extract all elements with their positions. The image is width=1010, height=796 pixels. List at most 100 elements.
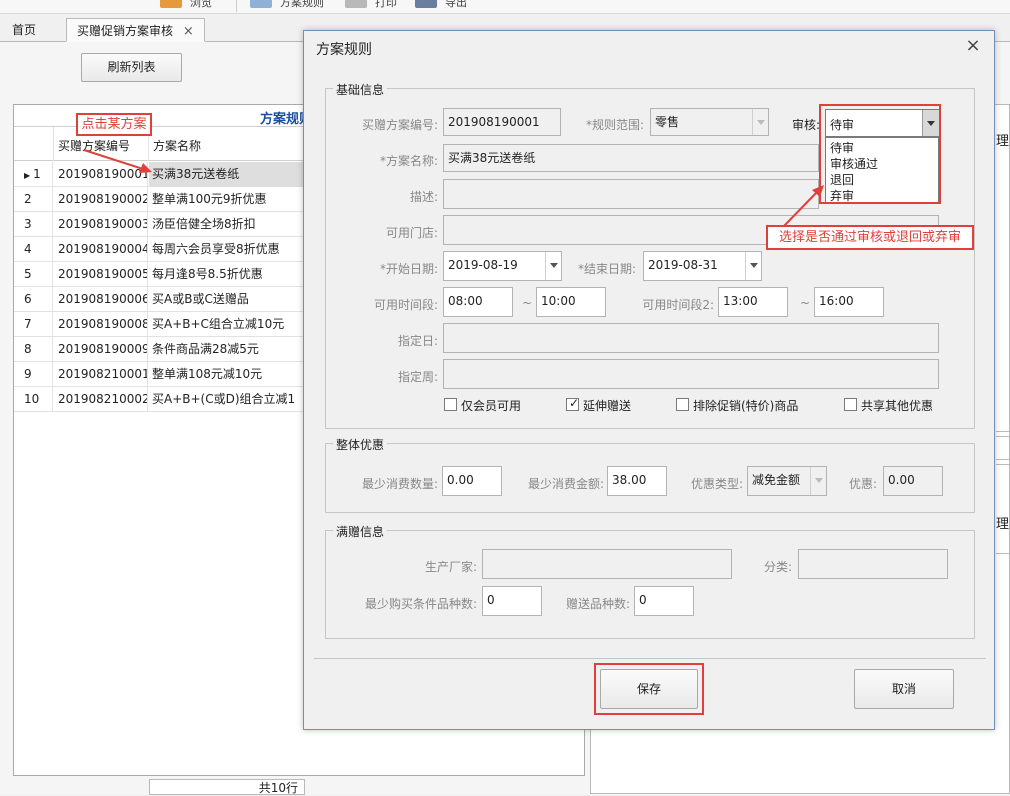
gift-kinds-field[interactable]: 0: [634, 586, 694, 616]
end-date-value: 2019-08-31: [648, 258, 718, 272]
extend-gift-label: 延伸赠送: [583, 399, 632, 413]
category-field[interactable]: [798, 549, 948, 579]
tab-promo-audit[interactable]: 买赠促销方案审核 ×: [66, 18, 205, 42]
name-field[interactable]: 买满38元送卷纸: [443, 144, 819, 172]
row-number: 6: [14, 287, 53, 312]
row-number: 10: [14, 387, 53, 412]
week-field[interactable]: [443, 359, 939, 389]
save-button[interactable]: 保存: [600, 669, 698, 709]
right-divider: [996, 431, 1010, 437]
chevron-down-icon[interactable]: [545, 252, 561, 280]
folder-icon[interactable]: [160, 0, 182, 8]
exclude-promo-checkbox[interactable]: [676, 398, 689, 411]
tab-home[interactable]: 首页: [2, 18, 46, 42]
gift-info-group: [325, 530, 975, 639]
row-code: 201908190009: [54, 337, 148, 362]
right-divider: [996, 459, 1010, 465]
discount-field[interactable]: 0.00: [883, 466, 943, 496]
desc-label: 描述:: [409, 190, 438, 204]
discount-type-select[interactable]: 减免金额: [747, 466, 827, 496]
right-header-fragment: 理: [996, 134, 1010, 149]
cancel-button[interactable]: 取消: [854, 669, 954, 709]
row-number: 2: [14, 187, 53, 212]
name-label: *方案名称:: [379, 154, 438, 168]
annotation-click-hint: 点击某方案: [76, 113, 152, 136]
tab-home-label: 首页: [12, 23, 37, 37]
close-icon[interactable]: ×: [962, 35, 984, 56]
extend-gift-checkbox[interactable]: ✓: [566, 396, 580, 411]
row-code: 201908190002: [54, 187, 148, 212]
save-icon[interactable]: [415, 0, 437, 8]
column-header-name[interactable]: 方案名称: [153, 137, 201, 154]
row-number: 9: [14, 362, 53, 387]
row-name: 每月逢8号8.5折优惠: [152, 267, 263, 281]
share-other-checkbox[interactable]: [844, 398, 857, 411]
min-qty-field[interactable]: 0.00: [442, 466, 502, 496]
column-header-code[interactable]: 买赠方案编号: [58, 137, 130, 154]
chevron-down-icon[interactable]: [810, 467, 826, 495]
toolbar-browse-label[interactable]: 浏览: [190, 0, 212, 10]
time1-from[interactable]: 08:00: [443, 287, 513, 317]
min-qty-label: 最少消费数量:: [361, 477, 438, 491]
row-name: 整单满100元9折优惠: [152, 192, 267, 206]
discount-type-label: 优惠类型:: [690, 477, 743, 491]
chevron-down-icon[interactable]: [745, 252, 761, 280]
row-code: 201908190003: [54, 212, 148, 237]
row-number: 7: [14, 312, 53, 337]
row-name: 买A+B+(C或D)组合立减1: [152, 392, 296, 406]
time1-label: 可用时间段:: [373, 298, 438, 312]
row-pointer-icon: ▶: [24, 171, 31, 180]
row-number: ▶ 1: [14, 162, 53, 187]
maker-label: 生产厂家:: [424, 560, 477, 574]
row-name: 买A+B+C组合立减10元: [152, 317, 285, 331]
row-name: 整单满108元减10元: [152, 367, 263, 381]
start-date-picker[interactable]: 2019-08-19: [443, 251, 562, 281]
category-label: 分类:: [763, 560, 792, 574]
row-number: 3: [14, 212, 53, 237]
min-kinds-field[interactable]: 0: [482, 586, 542, 616]
discount-label: 优惠:: [848, 477, 877, 491]
min-amt-label: 最少消费金额:: [527, 477, 604, 491]
maker-field[interactable]: [482, 549, 732, 579]
chevron-down-icon[interactable]: [752, 109, 768, 135]
time2-dash: ~: [800, 296, 811, 310]
gift-info-title: 满赠信息: [333, 523, 388, 540]
row-code: 201908190008: [54, 312, 148, 337]
time1-to[interactable]: 10:00: [536, 287, 606, 317]
row-count: 共10行: [149, 779, 305, 795]
toolbar-print-label[interactable]: 打印: [375, 0, 397, 10]
code-field[interactable]: 201908190001: [443, 108, 561, 136]
basic-info-title: 基础信息: [333, 81, 388, 98]
desc-field[interactable]: [443, 179, 819, 209]
audit-label: 审核:: [791, 118, 820, 132]
time1-dash: ~: [522, 296, 533, 310]
scope-select[interactable]: 零售: [650, 108, 769, 136]
members-only-label: 仅会员可用: [461, 399, 522, 413]
end-date-picker[interactable]: 2019-08-31: [643, 251, 762, 281]
scope-label: *规则范围:: [585, 118, 644, 132]
gift-kinds-label: 赠送品种数:: [565, 597, 630, 611]
start-date-value: 2019-08-19: [448, 258, 518, 272]
document-icon[interactable]: [345, 0, 367, 8]
row-code: 201908190004: [54, 237, 148, 262]
top-toolbar: 浏览 方案规则 打印 导出: [0, 0, 1010, 14]
row-number: 8: [14, 337, 53, 362]
members-only-checkbox[interactable]: [444, 398, 457, 411]
close-icon[interactable]: ×: [183, 24, 194, 39]
start-date-label: *开始日期:: [379, 262, 438, 276]
time2-to[interactable]: 16:00: [814, 287, 884, 317]
refresh-list-button[interactable]: 刷新列表: [81, 53, 182, 82]
min-kinds-label: 最少购买条件品种数:: [364, 597, 477, 611]
toolbar-export-label[interactable]: 导出: [445, 0, 467, 10]
row-name: 买A或B或C送赠品: [152, 292, 249, 306]
day-field[interactable]: [443, 323, 939, 353]
toolbar-divider: [236, 0, 237, 12]
min-amt-field[interactable]: 38.00: [607, 466, 667, 496]
time2-from[interactable]: 13:00: [718, 287, 788, 317]
check-icon: ✓: [569, 396, 580, 410]
code-label: 买赠方案编号:: [361, 118, 438, 132]
toolbar-rules-label[interactable]: 方案规则: [280, 0, 324, 10]
right-divider: [996, 553, 1010, 554]
magnifier-icon[interactable]: [250, 0, 272, 8]
time2-label: 可用时间段2:: [642, 298, 714, 312]
